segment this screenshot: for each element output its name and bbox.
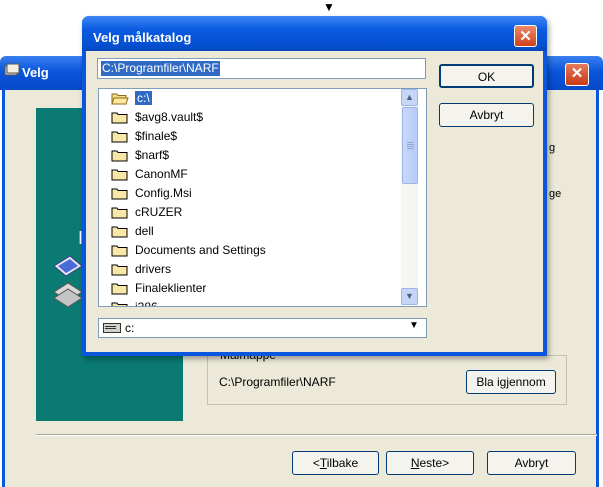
list-item[interactable]: $finale$ <box>111 127 177 146</box>
folder-icon <box>111 131 128 143</box>
dialog-cancel-button[interactable]: Avbryt <box>439 103 534 127</box>
folder-name: cRUZER <box>135 205 183 219</box>
folder-icon <box>111 188 128 200</box>
folder-icon <box>111 302 128 306</box>
browse-button[interactable]: Bla igjennom <box>466 370 556 394</box>
next-label: este> <box>419 456 450 470</box>
thumb-grip <box>407 148 414 149</box>
wizard-text-fragment: ge <box>549 188 562 200</box>
open-folder-icon <box>111 93 129 105</box>
divider <box>36 434 597 436</box>
folder-name: i386 <box>135 300 158 307</box>
folder-icon <box>111 169 128 181</box>
thumb-grip <box>407 144 414 145</box>
list-item[interactable]: Documents and Settings <box>111 241 266 260</box>
app-icon <box>4 63 20 76</box>
folder-name: Documents and Settings <box>135 243 266 257</box>
folder-name: c:\ <box>135 91 152 105</box>
back-button[interactable]: <Tilbake <box>292 451 379 475</box>
list-item[interactable]: cRUZER <box>111 203 182 222</box>
list-item[interactable]: CanonMF <box>111 165 188 184</box>
wizard-cancel-button[interactable]: Avbryt <box>487 451 576 475</box>
folder-icon <box>111 207 128 219</box>
folder-name: $avg8.vault$ <box>135 110 204 124</box>
thumb-grip <box>407 142 414 143</box>
chevron-down-icon[interactable]: ▼ <box>409 320 419 331</box>
back-label: ilbake <box>326 456 359 470</box>
folder-name: Config.Msi <box>135 186 192 200</box>
folder-name: $narf$ <box>135 148 170 162</box>
drive-value: c: <box>125 321 135 335</box>
path-input-text: C:\Programfiler\NARF <box>101 61 220 76</box>
wizard-text-fragment: g <box>549 142 556 154</box>
list-item[interactable]: i386 <box>111 298 158 307</box>
folder-name: Finaleklienter <box>135 281 207 295</box>
scroll-up-button[interactable]: ▲ <box>401 89 418 106</box>
back-prefix: < <box>312 456 320 470</box>
dialog-close-button[interactable]: ✕ <box>514 25 537 47</box>
folder-name: drivers <box>135 262 172 276</box>
folder-icon <box>111 150 128 162</box>
list-item[interactable]: Config.Msi <box>111 184 192 203</box>
target-folder-path: C:\Programfiler\NARF <box>219 375 336 389</box>
wizard-close-button[interactable]: ✕ <box>565 63 589 86</box>
list-item[interactable]: Finaleklienter <box>111 279 206 298</box>
folder-list[interactable]: c:\ $avg8.vault$ $finale$ $narf$ CanonMF… <box>98 88 427 307</box>
scrollbar-thumb[interactable] <box>402 107 418 184</box>
folder-icon <box>111 226 128 238</box>
folder-icon <box>111 112 128 124</box>
wizard-title: Velg <box>22 65 49 80</box>
drive-icon <box>103 323 121 333</box>
ok-button[interactable]: OK <box>439 64 534 88</box>
folder-name: CanonMF <box>135 167 188 181</box>
list-item[interactable]: c:\ <box>111 89 152 108</box>
dialog-title: Velg målkatalog <box>93 30 192 45</box>
list-item[interactable]: drivers <box>111 260 171 279</box>
folder-name: $finale$ <box>135 129 178 143</box>
folder-icon <box>111 283 128 295</box>
down-arrow-icon: ▼ <box>323 0 335 14</box>
install-graphic-icon <box>53 255 83 308</box>
folder-name: dell <box>135 224 154 238</box>
list-item[interactable]: $avg8.vault$ <box>111 108 203 127</box>
drive-select[interactable] <box>98 318 427 338</box>
scroll-down-button[interactable]: ▼ <box>401 288 418 305</box>
thumb-grip <box>407 146 414 147</box>
next-button[interactable]: Neste> <box>386 451 474 475</box>
back-mnemonic: T <box>319 456 327 470</box>
list-item[interactable]: dell <box>111 222 154 241</box>
folder-icon <box>111 264 128 276</box>
folder-icon <box>111 245 128 257</box>
list-item[interactable]: $narf$ <box>111 146 169 165</box>
